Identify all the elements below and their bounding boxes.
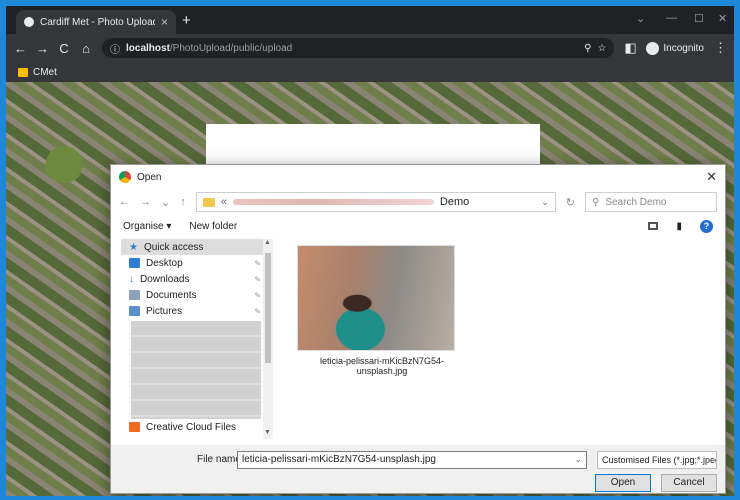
tab-strip: Cardiff Met - Photo Upload × + ⌄ — ☐ ✕ xyxy=(6,6,734,34)
file-list: leticia-pelissari-mKicBzN7G54-unsplash.j… xyxy=(289,239,719,439)
dialog-footer: File name: leticia-pelissari-mKicBzN7G54… xyxy=(111,445,725,493)
view-options-icon[interactable] xyxy=(648,222,659,230)
incognito-indicator[interactable]: Incognito xyxy=(646,41,704,55)
browser-toolbar: ← → C ⌂ ⓘ localhost/PhotoUpload/public/u… xyxy=(6,34,734,62)
help-icon[interactable]: ? xyxy=(700,219,713,233)
new-folder-button[interactable]: New folder xyxy=(189,221,237,232)
breadcrumb-overflow[interactable]: « xyxy=(221,196,227,208)
bookmark-star-icon[interactable]: ☆ xyxy=(597,43,606,54)
nav-item-creative-cloud[interactable]: Creative Cloud Files xyxy=(121,419,271,435)
url-host: localhost xyxy=(126,42,170,54)
breadcrumb[interactable]: « Demo ⌄ xyxy=(195,192,556,212)
open-file-dialog: Open ✕ ← → ⌄ ↑ « Demo ⌄ ↻ ⚲ Search Demo xyxy=(110,164,726,494)
document-icon xyxy=(129,290,140,300)
incognito-icon xyxy=(646,41,660,55)
creative-cloud-icon xyxy=(129,422,140,432)
pin-icon: ✎ xyxy=(254,274,261,284)
navigation-pane: ★ Quick access Desktop ✎ ↓ Downloads ✎ D… xyxy=(121,239,271,439)
file-type-select[interactable]: Customised Files (*.jpg;*.jpeg;*. xyxy=(597,451,717,469)
bookmarks-bar: CMet xyxy=(6,62,734,82)
recent-locations-button[interactable]: ⌄ xyxy=(161,196,170,209)
open-button[interactable]: Open xyxy=(595,474,651,492)
search-placeholder: Search Demo xyxy=(605,196,667,208)
nav-item-quick-access[interactable]: ★ Quick access xyxy=(121,239,271,255)
file-name-value: leticia-pelissari-mKicBzN7G54-unsplash.j… xyxy=(242,454,436,465)
chevron-down-icon[interactable]: ⌄ xyxy=(574,454,582,465)
download-icon: ↓ xyxy=(129,273,134,285)
sidebar-icon[interactable]: ◧ xyxy=(624,40,636,56)
back-button[interactable]: ← xyxy=(14,41,27,56)
new-tab-button[interactable]: + xyxy=(182,12,191,29)
search-icon: ⚲ xyxy=(592,196,600,208)
bookmark-cmet[interactable]: CMet xyxy=(33,67,57,78)
bookmark-folder-icon xyxy=(18,67,28,77)
pin-icon: ✎ xyxy=(254,306,261,316)
nav-item-label: Downloads xyxy=(140,273,190,285)
scrollbar-thumb[interactable] xyxy=(265,253,271,363)
tab-search-icon[interactable]: ⌄ xyxy=(636,12,645,25)
folder-icon xyxy=(202,197,215,207)
browser-menu-button[interactable]: ⋮ xyxy=(714,40,727,56)
refresh-button[interactable]: ↻ xyxy=(566,196,575,209)
site-info-icon[interactable]: ⓘ xyxy=(110,41,120,56)
dialog-command-bar: Organise ▾ New folder ▮ ? xyxy=(111,215,725,237)
nav-item-documents[interactable]: Documents ✎ xyxy=(121,287,271,303)
zoom-icon[interactable]: ⚲ xyxy=(584,43,591,54)
dialog-body: ★ Quick access Desktop ✎ ↓ Downloads ✎ D… xyxy=(111,239,725,439)
forward-button[interactable]: → xyxy=(36,41,49,56)
globe-icon xyxy=(24,17,34,27)
scroll-down-icon[interactable]: ▼ xyxy=(264,429,271,436)
tab-title: Cardiff Met - Photo Upload xyxy=(40,16,155,28)
nav-item-downloads[interactable]: ↓ Downloads ✎ xyxy=(121,271,271,287)
browser-window: Cardiff Met - Photo Upload × + ⌄ — ☐ ✕ ←… xyxy=(6,6,734,496)
maximize-button[interactable]: ☐ xyxy=(694,12,704,25)
nav-up-button[interactable]: ↑ xyxy=(180,196,186,208)
home-button[interactable]: ⌂ xyxy=(80,41,92,56)
pin-icon: ✎ xyxy=(254,290,261,300)
reload-button[interactable]: C xyxy=(58,41,70,56)
redacted-path xyxy=(232,199,434,205)
nav-back-button[interactable]: ← xyxy=(119,196,130,208)
minimize-button[interactable]: — xyxy=(666,12,677,24)
breadcrumb-dropdown-icon[interactable]: ⌄ xyxy=(541,197,549,208)
breadcrumb-current[interactable]: Demo xyxy=(440,196,469,208)
pin-icon: ✎ xyxy=(254,258,261,268)
tab-close-icon[interactable]: × xyxy=(161,15,168,29)
address-bar[interactable]: ⓘ localhost/PhotoUpload/public/upload ⚲ … xyxy=(102,38,615,58)
nav-item-label: Desktop xyxy=(146,257,183,269)
redacted-folders xyxy=(131,321,261,419)
star-icon: ★ xyxy=(129,241,138,253)
nav-item-label: Creative Cloud Files xyxy=(146,421,237,433)
search-demo-input[interactable]: ⚲ Search Demo xyxy=(585,192,717,212)
nav-item-label: Quick access xyxy=(143,241,204,253)
dialog-close-button[interactable]: ✕ xyxy=(706,169,717,185)
close-window-button[interactable]: ✕ xyxy=(718,12,727,25)
cancel-button[interactable]: Cancel xyxy=(661,474,717,492)
pictures-icon xyxy=(129,306,140,316)
dialog-nav-bar: ← → ⌄ ↑ « Demo ⌄ ↻ ⚲ Search Demo xyxy=(111,189,725,215)
nav-forward-button[interactable]: → xyxy=(140,196,151,208)
image-thumbnail[interactable] xyxy=(297,245,455,351)
file-name-input[interactable]: leticia-pelissari-mKicBzN7G54-unsplash.j… xyxy=(237,451,587,469)
organise-button[interactable]: Organise ▾ xyxy=(123,221,171,232)
dialog-titlebar: Open ✕ xyxy=(111,165,725,189)
url-path: /PhotoUpload/public/upload xyxy=(169,42,293,54)
browser-tab[interactable]: Cardiff Met - Photo Upload × xyxy=(16,10,176,34)
navigation-scrollbar[interactable]: ▲ ▼ xyxy=(263,239,273,439)
file-item-name[interactable]: leticia-pelissari-mKicBzN7G54-unsplash.j… xyxy=(297,356,467,376)
incognito-label: Incognito xyxy=(663,42,704,54)
chrome-icon xyxy=(119,171,131,183)
dialog-title: Open xyxy=(137,171,162,183)
desktop-icon xyxy=(129,258,140,268)
nav-item-label: Pictures xyxy=(146,305,183,317)
nav-item-label: Documents xyxy=(146,289,197,301)
nav-item-desktop[interactable]: Desktop ✎ xyxy=(121,255,271,271)
nav-item-pictures[interactable]: Pictures ✎ xyxy=(121,303,271,319)
scroll-up-icon[interactable]: ▲ xyxy=(264,239,271,246)
preview-pane-icon[interactable]: ▮ xyxy=(676,221,682,232)
